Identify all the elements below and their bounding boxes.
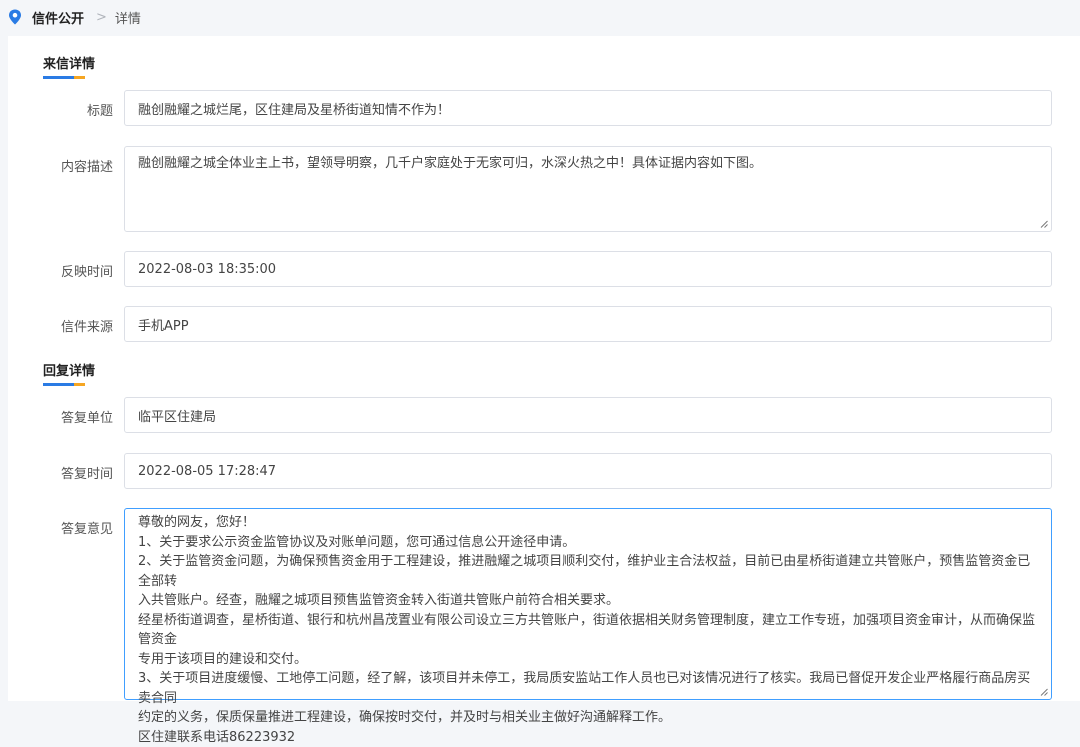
breadcrumb-separator: > (96, 10, 107, 25)
reply-unit-field[interactable]: 临平区住建局 (124, 397, 1052, 433)
reply-line: 专用于该项目的建设和交付。 (138, 650, 1038, 670)
letter-content-label: 内容描述 (13, 156, 113, 175)
section-title-underline (43, 383, 85, 386)
reply-section-title: 回复详情 (43, 360, 95, 379)
breadcrumb-current: 详情 (115, 8, 141, 27)
reply-opinion-label: 答复意见 (13, 518, 113, 537)
breadcrumb: 信件公开 > 详情 (0, 0, 1080, 34)
reply-line: 经星桥街道调查，星桥街道、银行和杭州昌茂置业有限公司设立三方共管账户，街道依据相… (138, 611, 1038, 650)
letter-section-title: 来信详情 (43, 53, 95, 72)
detail-card: 来信详情 标题 融创融耀之城烂尾，区住建局及星桥街道知情不作为！ 内容描述 融创… (8, 36, 1080, 701)
letter-content-textarea[interactable]: 融创融耀之城全体业主上书，望领导明察，几千户家庭处于无家可归，水深火热之中！具体… (124, 146, 1052, 232)
letter-content-text: 融创融耀之城全体业主上书，望领导明察，几千户家庭处于无家可归，水深火热之中！具体… (138, 154, 762, 174)
letter-source-label: 信件来源 (13, 316, 113, 335)
resize-handle-icon[interactable] (1040, 688, 1048, 696)
section-title-underline (43, 76, 85, 79)
breadcrumb-home-link[interactable]: 信件公开 (32, 8, 84, 27)
location-pin-icon (8, 9, 22, 25)
reply-time-field[interactable]: 2022-08-05 17:28:47 (124, 453, 1052, 489)
reply-opinion-textarea[interactable]: 尊敬的网友，您好！ 1、关于要求公示资金监管协议及对账单问题，您可通过信息公开途… (124, 508, 1052, 700)
reply-unit-label: 答复单位 (13, 407, 113, 426)
reply-opinion-text: 尊敬的网友，您好！ 1、关于要求公示资金监管协议及对账单问题，您可通过信息公开途… (138, 509, 1038, 747)
letter-time-field[interactable]: 2022-08-03 18:35:00 (124, 251, 1052, 287)
resize-handle-icon[interactable] (1040, 220, 1048, 228)
reply-line: 入共管账户。经查，融耀之城项目预售监管资金转入街道共管账户前符合相关要求。 (138, 591, 1038, 611)
reply-line: 区住建联系电话86223932 (138, 728, 1038, 747)
letter-title-field[interactable]: 融创融耀之城烂尾，区住建局及星桥街道知情不作为！ (124, 90, 1052, 126)
letter-title-label: 标题 (13, 100, 113, 119)
reply-line: 3、关于项目进度缓慢、工地停工问题，经了解，该项目并未停工，我局质安监站工作人员… (138, 669, 1038, 708)
letter-time-label: 反映时间 (13, 261, 113, 280)
reply-line: 1、关于要求公示资金监管协议及对账单问题，您可通过信息公开途径申请。 (138, 533, 1038, 553)
reply-time-label: 答复时间 (13, 463, 113, 482)
reply-line: 约定的义务，保质保量推进工程建设，确保按时交付，并及时与相关业主做好沟通解释工作… (138, 708, 1038, 728)
reply-line: 2、关于监管资金问题，为确保预售资金用于工程建设，推进融耀之城项目顺利交付，维护… (138, 552, 1038, 591)
reply-line: 尊敬的网友，您好！ (138, 513, 1038, 533)
letter-source-field[interactable]: 手机APP (124, 306, 1052, 342)
